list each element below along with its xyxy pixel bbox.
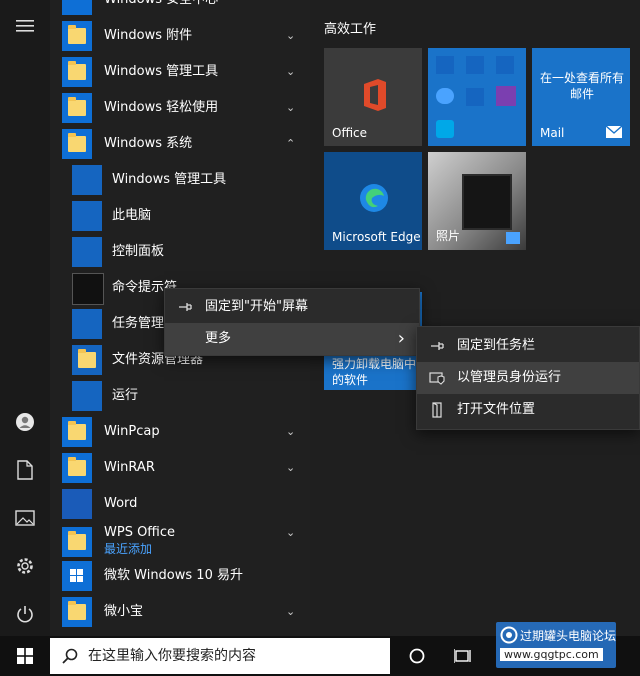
tile-group-title: 高效工作 xyxy=(324,22,377,37)
terminal-icon xyxy=(72,273,104,305)
tile-photos[interactable]: 照片 xyxy=(428,152,526,250)
app-icon xyxy=(466,56,484,74)
control-panel-icon xyxy=(72,237,102,267)
documents-button[interactable] xyxy=(0,450,50,490)
app-folder-winpcap[interactable]: WinPcap ⌄ xyxy=(50,414,310,450)
app-item-control-panel[interactable]: 控制面板 xyxy=(50,234,310,270)
tile-edge[interactable]: Microsoft Edge xyxy=(324,152,422,250)
windows-logo-icon xyxy=(17,648,33,664)
app-item-win10-upgrade[interactable]: 微软 Windows 10 易升 xyxy=(50,558,310,594)
app-icon xyxy=(496,56,514,74)
search-box[interactable]: 在这里输入你要搜索的内容 xyxy=(50,638,390,674)
folder-icon xyxy=(62,527,92,557)
chevron-up-icon: ⌃ xyxy=(286,137,296,150)
app-folder-windows-admin-tools[interactable]: Windows 管理工具 ⌄ xyxy=(50,54,310,90)
chevron-down-icon: ⌄ xyxy=(286,461,296,474)
file-explorer-icon xyxy=(72,345,102,375)
windows-logo-icon xyxy=(62,561,92,591)
hamburger-icon xyxy=(16,20,34,32)
pc-case-image xyxy=(462,174,512,230)
app-folder-weixiaobao[interactable]: 微小宝 ⌄ xyxy=(50,594,310,630)
context-menu[interactable]: 固定到"开始"屏幕 更多 › xyxy=(164,288,420,356)
start-rail xyxy=(0,0,50,636)
office-icon xyxy=(364,79,386,111)
chevron-down-icon: ⌄ xyxy=(286,101,296,114)
search-placeholder: 在这里输入你要搜索的内容 xyxy=(88,648,256,664)
app-folder-wps-office[interactable]: WPS Office 最近添加 ⌄ xyxy=(50,522,310,562)
app-folder-winrar[interactable]: WinRAR ⌄ xyxy=(50,450,310,486)
settings-button[interactable] xyxy=(0,546,50,586)
menu-item-more[interactable]: 更多 › xyxy=(165,323,419,355)
onenote-icon xyxy=(496,86,516,106)
app-icon xyxy=(466,88,484,106)
app-folder-windows-system[interactable]: Windows 系统 ⌃ xyxy=(50,126,310,162)
shield-icon xyxy=(62,0,92,15)
folder-icon xyxy=(62,93,92,123)
pictures-icon xyxy=(15,510,35,526)
tile-office[interactable]: Office xyxy=(324,48,422,146)
menu-item-pin-start[interactable]: 固定到"开始"屏幕 xyxy=(165,291,419,323)
app-folder-windows-ease-of-access[interactable]: Windows 轻松使用 ⌄ xyxy=(50,90,310,126)
onedrive-icon xyxy=(436,88,454,104)
power-button[interactable] xyxy=(0,594,50,634)
user-button[interactable] xyxy=(0,402,50,442)
settings-icon xyxy=(17,558,33,574)
word-icon xyxy=(62,489,92,519)
menu-item-open-file-location[interactable]: 打开文件位置 xyxy=(417,394,639,426)
folder-icon xyxy=(62,417,92,447)
app-folder-windows-accessories[interactable]: Windows 附件 ⌄ xyxy=(50,18,310,54)
tile-mail[interactable]: 在一处查看所有邮件 Mail xyxy=(532,48,630,146)
cortana-icon xyxy=(409,648,425,664)
search-icon xyxy=(62,648,78,664)
app-item-admin-tools[interactable]: Windows 管理工具 xyxy=(50,162,310,198)
mail-icon xyxy=(606,126,622,138)
folder-icon xyxy=(62,21,92,51)
app-icon xyxy=(436,56,454,74)
folder-open-icon xyxy=(432,402,442,418)
chevron-down-icon: ⌄ xyxy=(286,526,296,539)
pin-icon xyxy=(179,303,192,311)
task-view-icon xyxy=(454,649,471,663)
chevron-down-icon: ⌄ xyxy=(286,605,296,618)
app-item-windows-security[interactable]: Windows 安全中心 xyxy=(50,0,310,18)
tile-office-apps-group[interactable] xyxy=(428,48,526,146)
pin-icon xyxy=(431,342,444,350)
admin-shield-icon xyxy=(429,372,445,385)
start-button[interactable] xyxy=(0,636,50,676)
app-item-word[interactable]: Word xyxy=(50,486,310,522)
document-icon xyxy=(17,460,33,480)
folder-icon xyxy=(62,129,92,159)
chevron-right-icon: › xyxy=(397,328,405,349)
chevron-down-icon: ⌄ xyxy=(286,425,296,438)
task-manager-icon xyxy=(72,309,102,339)
user-icon xyxy=(16,413,34,431)
photos-icon xyxy=(506,232,520,244)
chevron-down-icon: ⌄ xyxy=(286,65,296,78)
context-submenu[interactable]: 固定到任务栏 以管理员身份运行 打开文件位置 xyxy=(416,326,640,430)
task-view-button[interactable] xyxy=(446,636,480,676)
menu-item-run-as-admin[interactable]: 以管理员身份运行 xyxy=(417,362,639,394)
watermark-badge: 过期罐头电脑论坛 www.gqgtpc.com xyxy=(496,622,616,668)
skype-icon xyxy=(436,120,454,138)
run-icon xyxy=(72,381,102,411)
folder-icon xyxy=(62,597,92,627)
menu-item-pin-taskbar[interactable]: 固定到任务栏 xyxy=(417,330,639,362)
watermark-logo-icon xyxy=(500,626,518,644)
recently-added-badge: 最近添加 xyxy=(104,542,153,556)
folder-icon xyxy=(62,453,92,483)
app-item-this-pc[interactable]: 此电脑 xyxy=(50,198,310,234)
cortana-button[interactable] xyxy=(400,636,434,676)
chevron-down-icon: ⌄ xyxy=(286,29,296,42)
hamburger-button[interactable] xyxy=(0,6,50,46)
power-icon xyxy=(17,606,33,623)
pictures-button[interactable] xyxy=(0,498,50,538)
admin-tools-icon xyxy=(72,165,102,195)
folder-icon xyxy=(62,57,92,87)
computer-icon xyxy=(72,201,102,231)
edge-icon xyxy=(360,184,388,212)
app-item-run[interactable]: 运行 xyxy=(50,378,310,414)
